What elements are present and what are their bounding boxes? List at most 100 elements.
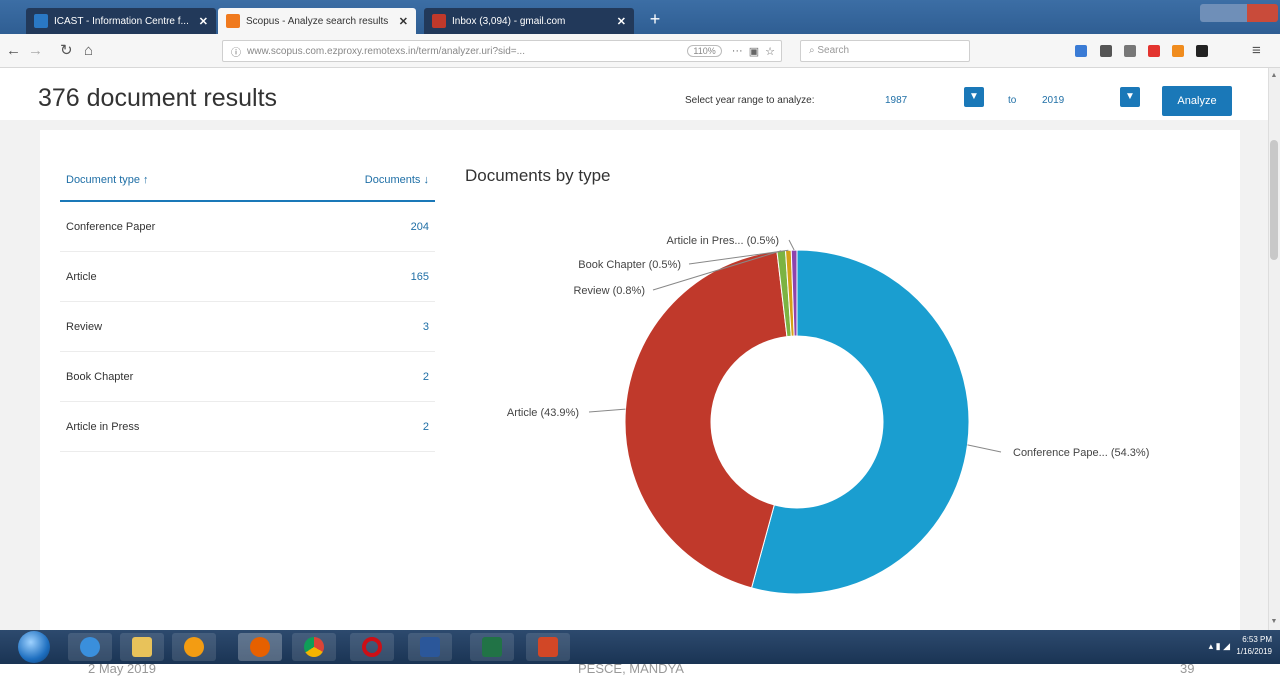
scroll-up-icon[interactable]: ▲ [1268,70,1280,82]
library-icon[interactable] [1100,45,1112,57]
sort-document-type[interactable]: Document type ↑ [66,174,149,186]
window-controls[interactable] [1200,4,1278,22]
chevron-down-icon[interactable]: ▼ [964,87,984,107]
scrollbar-thumb[interactable] [1270,140,1278,260]
zoom-level[interactable]: 110% [687,45,722,57]
table-row[interactable]: Conference Paper 204 [60,202,435,252]
close-tab-icon[interactable]: ✕ [617,15,626,28]
chevron-down-icon[interactable]: ▼ [1120,87,1140,107]
url-text: www.scopus.com.ezproxy.remotexs.in/term/… [247,45,525,57]
leader-line [967,444,1002,453]
word-icon [420,637,440,657]
extension-icon[interactable] [1172,45,1184,57]
favicon-icon [226,14,240,28]
new-tab-icon[interactable]: + [643,8,667,32]
download-icon[interactable] [1075,45,1087,57]
favicon-icon [432,14,446,28]
browser-tab-strip: ICAST - Information Centre f... ✕ Scopus… [0,0,1280,34]
slice-label: Article in Pres... (0.5%) [667,235,779,247]
table-row[interactable]: Article in Press 2 [60,402,435,452]
screen: { "browser": { "tabs": [ {"title": "ICAS… [0,0,1280,676]
document-type-label: Book Chapter [66,370,134,383]
site-info-icon[interactable]: ⓘ [231,44,241,59]
chrome-icon [304,637,324,657]
footer-page-number: 39 [1180,661,1195,676]
address-bar[interactable]: ⓘ www.scopus.com.ezproxy.remotexs.in/ter… [222,40,782,62]
extension-icon[interactable] [1148,45,1160,57]
taskbar-word[interactable] [408,633,452,661]
home-icon[interactable]: ⌂ [84,42,93,60]
system-tray[interactable]: ▴ ▮ ◢ [1209,641,1230,652]
tab-title: ICAST - Information Centre f... [54,15,189,27]
pocket-icon[interactable]: ▣ [749,45,759,58]
slice-label: Book Chapter (0.5%) [578,259,681,271]
extension-icon[interactable] [1196,45,1208,57]
taskbar-media[interactable] [172,633,216,661]
opera-icon [362,637,382,657]
clock-date: 1/16/2019 [1236,647,1272,656]
tab-title: Scopus - Analyze search results [246,15,389,27]
back-icon[interactable]: ← [6,42,21,60]
document-type-label: Article [66,270,97,283]
slide-footer: 2 May 2019 PESCE, MANDYA 39 [0,661,1280,676]
table-header: Document type ↑ Documents ↓ [60,160,435,202]
scroll-down-icon[interactable]: ▼ [1268,616,1280,628]
document-count[interactable]: 2 [423,371,429,383]
taskbar-excel[interactable] [470,633,514,661]
document-count[interactable]: 2 [423,421,429,433]
page-actions-icon[interactable]: ··· [732,45,743,57]
powerpoint-icon [538,637,558,657]
year-from-select[interactable]: 1987 [885,95,907,106]
sort-documents[interactable]: Documents ↓ [365,174,429,186]
clock[interactable]: 6:53 PM 1/16/2019 [1236,634,1272,658]
document-count[interactable]: 204 [411,221,429,233]
taskbar-opera[interactable] [350,633,394,661]
taskbar-chrome[interactable] [292,633,336,661]
chart-title: Documents by type [465,166,611,185]
table-row[interactable]: Book Chapter 2 [60,352,435,402]
year-to-select[interactable]: 2019 [1042,95,1064,106]
search-placeholder: Search [817,45,850,56]
document-count[interactable]: 165 [411,271,429,283]
document-type-label: Article in Press [66,420,140,433]
excel-icon [482,637,502,657]
document-count[interactable]: 3 [423,321,429,333]
table-row[interactable]: Review 3 [60,302,435,352]
taskbar-firefox[interactable] [238,633,282,661]
favicon-icon [34,14,48,28]
slice-label: Conference Pape... (54.3%) [1013,447,1149,459]
documents-by-type-donut-chart: Conference Pape... (54.3%) Article (43.9%… [507,235,1149,595]
sidebar-icon[interactable] [1124,45,1136,57]
browser-tab[interactable]: Inbox (3,094) - gmail.com ✕ [424,8,634,34]
footer-center-text: PESCE, MANDYA [578,661,684,676]
bookmark-star-icon[interactable]: ☆ [765,45,775,58]
tab-title: Inbox (3,094) - gmail.com [452,15,566,27]
taskbar-powerpoint[interactable] [526,633,570,661]
footer-date: 2 May 2019 [88,661,156,676]
folder-icon [132,637,152,657]
table-row[interactable]: Article 165 [60,252,435,302]
taskbar-explorer[interactable] [120,633,164,661]
firefox-icon [250,637,270,657]
menu-icon[interactable]: ≡ [1252,42,1261,60]
browser-tab-active[interactable]: Scopus - Analyze search results ✕ [218,8,416,34]
leader-line [788,239,795,251]
close-tab-icon[interactable]: ✕ [399,15,408,28]
leader-line [588,408,626,413]
analyze-button[interactable]: Analyze [1162,86,1232,116]
close-tab-icon[interactable]: ✕ [199,15,208,28]
forward-icon[interactable]: → [28,42,43,60]
clock-time: 6:53 PM [1242,635,1272,644]
slice-label: Article (43.9%) [507,407,579,419]
browser-tab[interactable]: ICAST - Information Centre f... ✕ [26,8,216,34]
reload-icon[interactable]: ↻ [60,42,73,60]
media-player-icon [184,637,204,657]
taskbar-ie[interactable] [68,633,112,661]
start-button[interactable] [18,631,50,663]
year-to-label: to [1008,95,1017,106]
pie-slice-article[interactable] [624,250,788,589]
document-type-label: Conference Paper [66,220,156,233]
search-input[interactable]: ⌕ Search [800,40,970,62]
document-type-table: Document type ↑ Documents ↓ Conference P… [60,160,435,452]
slice-label: Review (0.8%) [573,285,645,297]
